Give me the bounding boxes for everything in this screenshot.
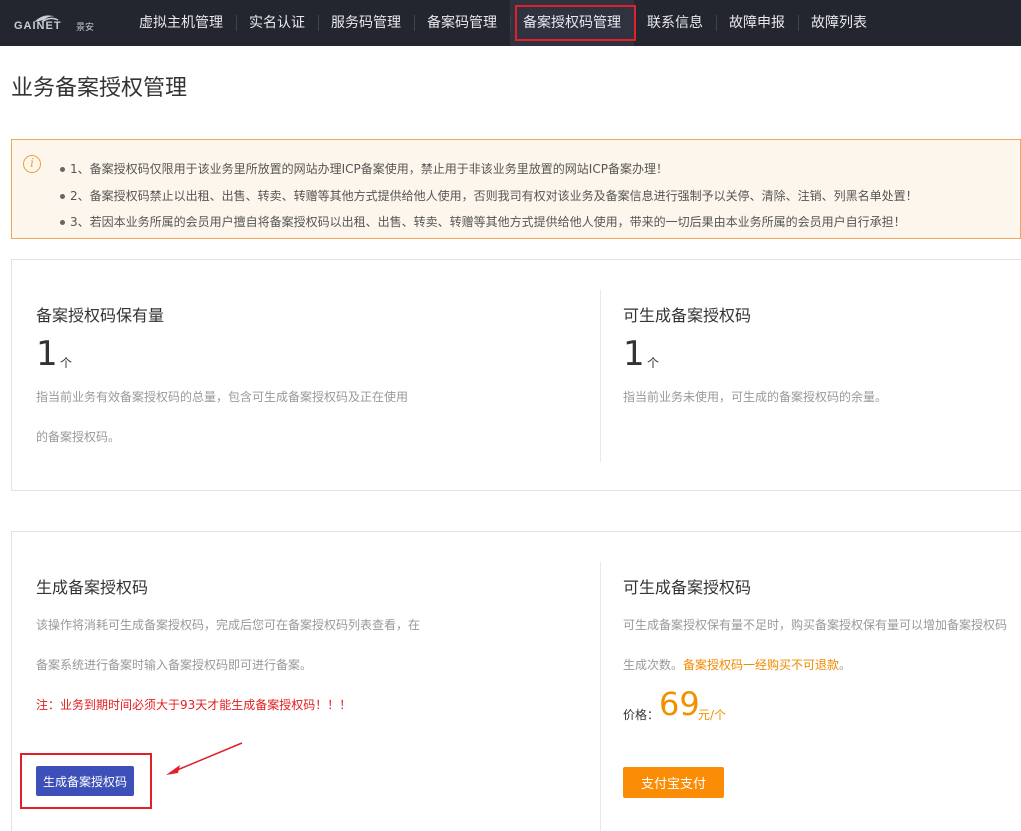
notice-box: i 1、备案授权码仅限用于该业务里所放置的网站办理ICP备案使用，禁止用于非该业… (11, 139, 1021, 239)
logo-subtext: 景安 (76, 23, 95, 33)
info-icon: i (23, 155, 41, 173)
generate-auth-code-button[interactable]: 生成备案授权码 (36, 766, 134, 796)
card-divider (600, 562, 601, 831)
held-unit: 个 (60, 356, 73, 370)
nav-item-service-code[interactable]: 服务码管理 (318, 0, 414, 46)
generate-title: 生成备案授权码 (36, 578, 149, 597)
available-unit: 个 (647, 356, 660, 370)
price-value: 69 (659, 685, 700, 723)
price-unit: 元/个 (698, 708, 727, 722)
generate-card: 生成备案授权码 该操作将消耗可生成备案授权码，完成后您可在备案授权码列表查看，在… (11, 531, 1021, 831)
purchase-desc-line2: 生成次数。备案授权码一经购买不可退款。 (623, 656, 851, 673)
purchase-desc-line1: 可生成备案授权保有量不足时，购买备案授权保有量可以增加备案授权码 (623, 618, 1008, 632)
purchase-title: 可生成备案授权码 (623, 578, 752, 597)
stats-card: 备案授权码保有量 1 个 指当前业务有效备案授权码的总量，包含可生成备案授权码及… (11, 259, 1021, 491)
purchase-desc-suffix: 。 (839, 658, 852, 672)
nav-menu: 虚拟主机管理 实名认证 服务码管理 备案码管理 备案授权码管理 联系信息 故障申… (126, 0, 880, 46)
notice-item: 3、若因本业务所属的会员用户擅自将备案授权码以出租、出售、转卖、转赠等其他方式提… (60, 209, 918, 236)
held-value: 1 (36, 334, 58, 374)
held-title: 备案授权码保有量 (36, 306, 165, 325)
available-value: 1 (623, 334, 645, 374)
notice-item: 1、备案授权码仅限用于该业务里所放置的网站办理ICP备案使用，禁止用于非该业务里… (60, 156, 918, 183)
annotation-arrow-icon (166, 742, 243, 775)
no-refund-note: 备案授权码一经购买不可退款 (683, 658, 840, 672)
logo-text: GAINET (14, 20, 62, 32)
page-title: 业务备案授权管理 (11, 76, 188, 101)
card-divider (600, 290, 601, 462)
held-desc-line2: 的备案授权码。 (36, 430, 121, 444)
available-desc: 指当前业务未使用，可生成的备案授权码的余量。 (623, 390, 888, 404)
nav-item-real-name[interactable]: 实名认证 (236, 0, 318, 46)
generate-desc-line2: 备案系统进行备案时输入备案授权码即可进行备案。 (36, 658, 313, 672)
nav-item-contact[interactable]: 联系信息 (634, 0, 716, 46)
generate-warning: 注：业务到期时间必须大于93天才能生成备案授权码！！！ (36, 698, 352, 712)
nav-item-filing-code[interactable]: 备案码管理 (414, 0, 510, 46)
nav-item-fault-report[interactable]: 故障申报 (716, 0, 798, 46)
generate-desc-line1: 该操作将消耗可生成备案授权码，完成后您可在备案授权码列表查看，在 (36, 618, 421, 632)
notice-item: 2、备案授权码禁止以出租、出售、转卖、转赠等其他方式提供给他人使用，否则我司有权… (60, 183, 918, 210)
nav-item-filing-auth-code[interactable]: 备案授权码管理 (510, 0, 634, 46)
nav-item-fault-list[interactable]: 故障列表 (798, 0, 880, 46)
held-desc-line1: 指当前业务有效备案授权码的总量，包含可生成备案授权码及正在使用 (36, 390, 409, 404)
notice-list: 1、备案授权码仅限用于该业务里所放置的网站办理ICP备案使用，禁止用于非该业务里… (60, 156, 918, 236)
top-nav: GAINET 景安 虚拟主机管理 实名认证 服务码管理 备案码管理 备案授权码管… (0, 0, 1021, 46)
purchase-desc-prefix: 生成次数。 (623, 658, 684, 672)
nav-item-virtual-host[interactable]: 虚拟主机管理 (126, 0, 236, 46)
price-label: 价格： (623, 708, 660, 722)
alipay-button[interactable]: 支付宝支付 (623, 767, 724, 798)
available-title: 可生成备案授权码 (623, 306, 752, 325)
